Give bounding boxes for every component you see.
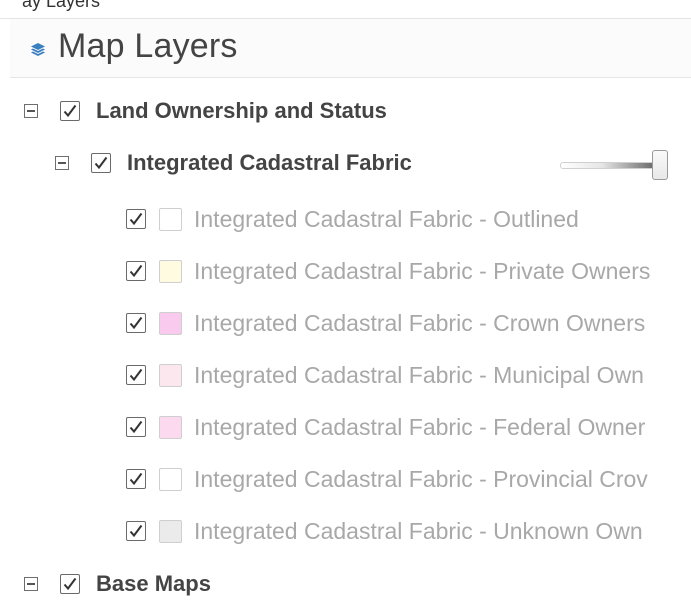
layer-row: Integrated Cadastral Fabric - Municipal … (126, 357, 644, 393)
layer-checkbox[interactable] (126, 209, 146, 229)
slider-handle[interactable] (652, 150, 668, 180)
layer-swatch (159, 363, 182, 387)
layer-subgroup-row: Integrated Cadastral Fabric (55, 145, 412, 181)
checkmark-icon (129, 212, 143, 226)
checkmark-icon (129, 524, 143, 538)
panel-title: Map Layers (58, 27, 238, 65)
checkmark-icon (129, 472, 143, 486)
checkmark-icon (129, 316, 143, 330)
checkmark-icon (129, 264, 143, 278)
layer-group-row: Land Ownership and Status (24, 93, 387, 129)
checkmark-icon (129, 420, 143, 434)
layer-checkbox[interactable] (126, 313, 146, 333)
layer-row: Integrated Cadastral Fabric - Provincial… (126, 461, 648, 497)
layer-label: Integrated Cadastral Fabric - Private Ow… (194, 257, 651, 284)
collapse-toggle[interactable] (24, 104, 38, 118)
group-label: Base Maps (96, 571, 211, 596)
layer-swatch (159, 519, 182, 543)
layer-checkbox[interactable] (126, 521, 146, 541)
layer-swatch (159, 207, 182, 231)
checkmark-icon (94, 156, 108, 170)
layer-row: Integrated Cadastral Fabric - Private Ow… (126, 253, 650, 289)
layer-label: Integrated Cadastral Fabric - Outlined (194, 205, 579, 232)
top-strip: ay Layers (0, 0, 691, 19)
layer-checkbox[interactable] (126, 365, 146, 385)
layer-checkbox[interactable] (126, 417, 146, 437)
checkmark-icon (129, 368, 143, 382)
panel-header: Map Layers (10, 19, 691, 78)
layer-checkbox[interactable] (126, 261, 146, 281)
layer-swatch (159, 311, 182, 335)
layer-row: Integrated Cadastral Fabric - Outlined (126, 201, 579, 237)
checkmark-icon (63, 104, 77, 118)
layer-row: Integrated Cadastral Fabric - Federal Ow… (126, 409, 645, 445)
group-checkbox[interactable] (60, 574, 80, 594)
subgroup-checkbox[interactable] (91, 153, 111, 173)
layer-label: Integrated Cadastral Fabric - Crown Owne… (194, 309, 646, 336)
layer-row: Integrated Cadastral Fabric - Unknown Ow… (126, 513, 643, 549)
layer-label: Integrated Cadastral Fabric - Municipal … (194, 361, 644, 388)
partial-title-text: ay Layers (22, 0, 101, 11)
layer-row: Integrated Cadastral Fabric - Crown Owne… (126, 305, 645, 341)
map-layers-panel: ay Layers Map Layers Land Ownership and … (0, 0, 691, 602)
group-label: Land Ownership and Status (96, 98, 387, 123)
layer-group-row: Base Maps (24, 566, 211, 602)
checkmark-icon (63, 577, 77, 591)
collapse-toggle[interactable] (24, 577, 38, 591)
layer-label: Integrated Cadastral Fabric - Provincial… (194, 465, 648, 492)
group-checkbox[interactable] (60, 101, 80, 121)
opacity-slider[interactable] (560, 150, 672, 182)
layer-swatch (159, 467, 182, 491)
layer-checkbox[interactable] (126, 469, 146, 489)
layers-icon (31, 43, 45, 56)
subgroup-label: Integrated Cadastral Fabric (127, 150, 412, 175)
layer-label: Integrated Cadastral Fabric - Federal Ow… (194, 413, 646, 440)
collapse-toggle[interactable] (55, 156, 69, 170)
layer-swatch (159, 259, 182, 283)
layer-swatch (159, 415, 182, 439)
layer-label: Integrated Cadastral Fabric - Unknown Ow… (194, 517, 643, 544)
slider-track[interactable] (560, 162, 664, 169)
